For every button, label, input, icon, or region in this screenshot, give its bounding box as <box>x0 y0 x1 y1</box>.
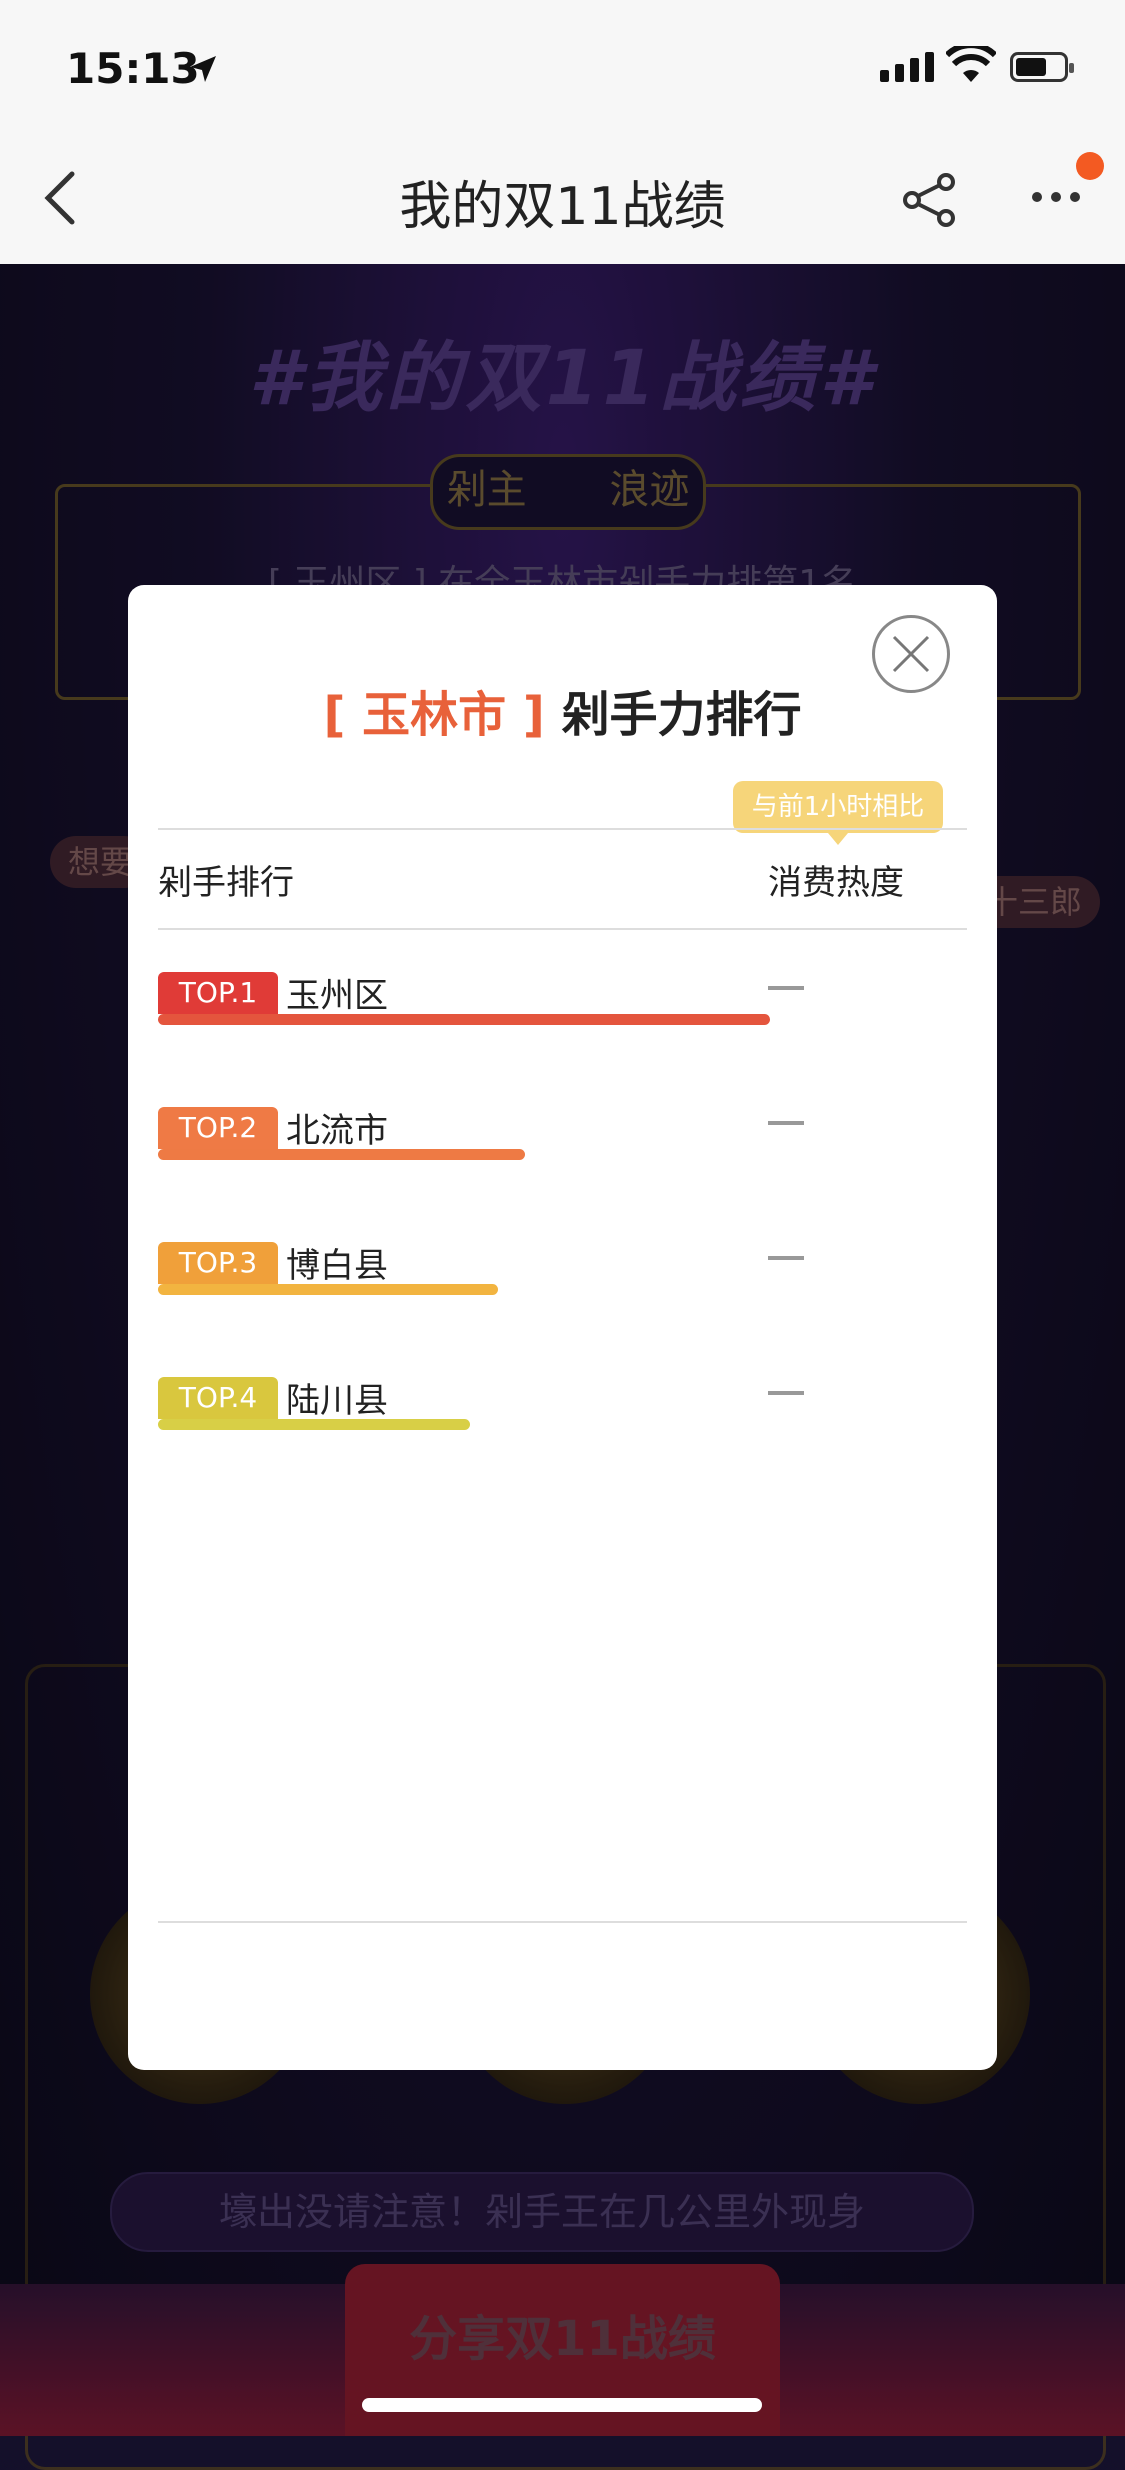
status-time: 15:13 <box>66 44 200 93</box>
nav-bar: 我的双11战绩 <box>0 132 1125 264</box>
area-name: 陆川县 <box>286 1381 388 1421</box>
rank-tag: TOP.3 <box>158 1242 278 1284</box>
rank-tag: TOP.1 <box>158 972 278 1014</box>
notification-dot <box>1076 152 1104 180</box>
wifi-icon <box>946 46 996 82</box>
ranking-modal: [ 玉林市 ] 剁手力排行 与前1小时相比 剁手排行 消费热度 TOP.1 玉州区… <box>128 585 997 2070</box>
ranking-row: TOP.5容县 <box>158 1470 967 1505</box>
heat-change-indicator <box>768 1256 804 1260</box>
column-header-heat: 消费热度 <box>768 863 904 903</box>
heat-change-indicator <box>768 1121 804 1125</box>
divider <box>158 828 967 830</box>
compare-tooltip: 与前1小时相比 <box>733 781 943 845</box>
modal-title-rest: 剁手力排行 <box>544 687 802 743</box>
ranking-row: TOP.4 陆川县 <box>158 1335 967 1470</box>
area-name: 北流市 <box>286 1111 388 1151</box>
more-icon[interactable] <box>1032 192 1080 202</box>
modal-title-city: [ 玉林市 ] <box>323 687 545 743</box>
cellular-signal-icon <box>880 52 934 82</box>
column-header-rank: 剁手排行 <box>158 863 294 903</box>
area-name: 玉州区 <box>286 976 388 1016</box>
ranking-list[interactable]: TOP.1玉州区TOP.2北流市TOP.3博白县TOP.4陆川县TOP.5容县T… <box>158 930 967 1505</box>
share-icon[interactable] <box>900 170 960 230</box>
location-arrow-icon <box>190 56 216 82</box>
close-icon <box>892 635 930 673</box>
rank-bar <box>158 1284 498 1295</box>
rank-tag: TOP.2 <box>158 1107 278 1149</box>
rank-bar <box>158 1419 470 1430</box>
home-indicator <box>362 2398 762 2412</box>
rank-tag: TOP.4 <box>158 1377 278 1419</box>
ranking-row: TOP.2 北流市 <box>158 1065 967 1200</box>
rank-bar <box>158 1014 770 1025</box>
ranking-row: TOP.1 玉州区 <box>158 930 967 1065</box>
rank-bar <box>158 1149 525 1160</box>
heat-change-indicator <box>768 1391 804 1395</box>
battery-icon <box>1010 52 1074 82</box>
modal-title: [ 玉林市 ] 剁手力排行 <box>128 675 997 745</box>
divider <box>158 1921 967 1923</box>
area-name: 博白县 <box>286 1246 388 1286</box>
heat-change-indicator <box>768 986 804 990</box>
ranking-row: TOP.3 博白县 <box>158 1200 967 1335</box>
status-bar: 15:13 <box>0 0 1125 132</box>
